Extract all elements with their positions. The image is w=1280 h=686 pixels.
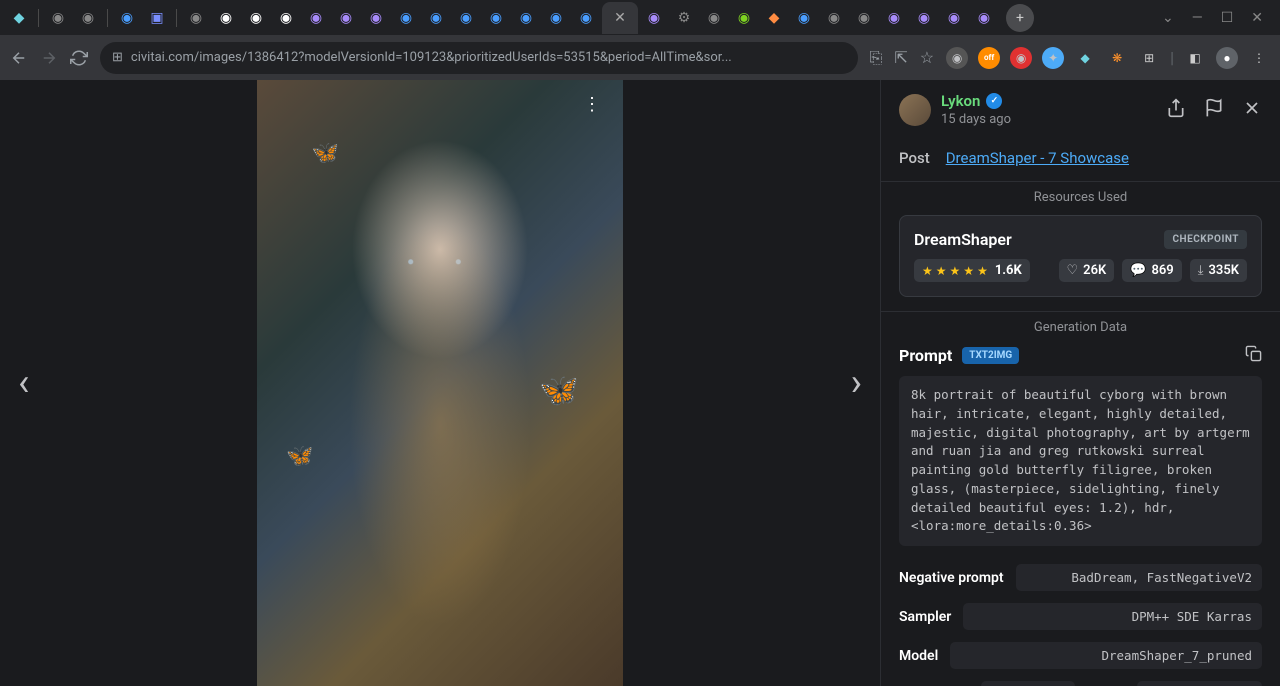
tab-icon[interactable]: ◆: [5, 4, 33, 32]
download-icon: ⤓: [1198, 263, 1204, 278]
next-image-button[interactable]: ›: [851, 361, 862, 405]
generation-section-label: Generation Data: [881, 311, 1280, 345]
tab-icon[interactable]: ◆: [760, 4, 788, 32]
tab-icon[interactable]: ◉: [970, 4, 998, 32]
tab-dropdown-icon[interactable]: ⌄: [1162, 10, 1174, 26]
tab-icon[interactable]: ◉: [482, 4, 510, 32]
tab-icon[interactable]: ◉: [730, 4, 758, 32]
maximize-icon[interactable]: ☐: [1221, 10, 1234, 26]
resource-card[interactable]: DreamShaper CHECKPOINT ★★★★★ 1.6K ♡26K 💬…: [899, 215, 1262, 297]
close-panel-icon[interactable]: [1242, 98, 1262, 122]
tab-icon[interactable]: ◉: [572, 4, 600, 32]
copy-prompt-icon[interactable]: [1245, 345, 1262, 366]
steps-value[interactable]: 28: [1137, 681, 1262, 686]
tab-icon[interactable]: ◉: [940, 4, 968, 32]
tab-icon[interactable]: ◉: [820, 4, 848, 32]
model-value[interactable]: DreamShaper_7_pruned: [950, 642, 1262, 669]
tab-active[interactable]: ✕: [602, 2, 638, 34]
minimize-icon[interactable]: —: [1192, 10, 1203, 26]
model-label: Model: [899, 648, 938, 664]
tab-icon[interactable]: ◉: [700, 4, 728, 32]
bookmark-icon[interactable]: ☆: [920, 48, 934, 67]
ext-icon[interactable]: ❋: [1106, 47, 1128, 69]
tab-icon[interactable]: ◉: [542, 4, 570, 32]
comment-icon: 💬: [1130, 263, 1146, 278]
back-button[interactable]: [10, 49, 28, 67]
install-icon[interactable]: ⎘: [870, 48, 883, 68]
tab-icon[interactable]: ◉: [422, 4, 450, 32]
tab-icon[interactable]: ◉: [512, 4, 540, 32]
tab-icon[interactable]: ▣: [143, 4, 171, 32]
forward-button[interactable]: [40, 49, 58, 67]
verified-badge-icon: ✓: [986, 93, 1002, 109]
tab-icon[interactable]: ◉: [44, 4, 72, 32]
tab-icon[interactable]: ◉: [392, 4, 420, 32]
downloads-chip: ⤓335K: [1190, 259, 1247, 282]
sampler-value[interactable]: DPM++ SDE Karras: [963, 603, 1262, 630]
resource-type-badge: CHECKPOINT: [1164, 230, 1247, 249]
tab-icon[interactable]: ◉: [452, 4, 480, 32]
post-timestamp: 15 days ago: [941, 112, 1166, 127]
negative-prompt-label: Negative prompt: [899, 570, 1004, 586]
browser-toolbar: ⊞ civitai.com/images/1386412?modelVersio…: [0, 35, 1280, 80]
url-bar[interactable]: ⊞ civitai.com/images/1386412?modelVersio…: [100, 42, 858, 74]
reload-button[interactable]: [70, 49, 88, 67]
image-options-icon[interactable]: ⋮: [583, 94, 601, 115]
tab-icon[interactable]: ◉: [242, 4, 270, 32]
flag-icon[interactable]: [1204, 98, 1224, 122]
ext-icon[interactable]: ◆: [1074, 47, 1096, 69]
prompt-text[interactable]: 8k portrait of beautiful cyborg with bro…: [899, 376, 1262, 546]
tab-icon[interactable]: ◉: [850, 4, 878, 32]
image-viewer: ‹ ⋮ 🦋 🦋 🦋 ›: [0, 80, 880, 686]
tab-icon[interactable]: ◉: [880, 4, 908, 32]
tab-icon[interactable]: ◉: [640, 4, 668, 32]
tab-icon[interactable]: ⚙: [670, 4, 698, 32]
ext-icon[interactable]: ◉: [1010, 47, 1032, 69]
ext-icon[interactable]: ✦: [1042, 47, 1064, 69]
profile-icon[interactable]: ●: [1216, 47, 1238, 69]
new-tab-button[interactable]: +: [1006, 4, 1034, 32]
sampler-label: Sampler: [899, 609, 951, 625]
heart-icon: ♡: [1067, 263, 1079, 278]
tab-icon[interactable]: ◉: [272, 4, 300, 32]
menu-icon[interactable]: ⋮: [1248, 47, 1270, 69]
tab-icon[interactable]: ◉: [182, 4, 210, 32]
tab-icon[interactable]: ◉: [74, 4, 102, 32]
prev-image-button[interactable]: ‹: [18, 361, 29, 405]
share-button-icon[interactable]: [1166, 98, 1186, 122]
author-avatar[interactable]: [899, 94, 931, 126]
tab-icon[interactable]: ◉: [212, 4, 240, 32]
comments-chip: 💬869: [1122, 259, 1181, 282]
browser-chrome: ◆ ◉ ◉ ◉ ▣ ◉ ◉ ◉ ◉ ◉ ◉ ◉ ◉ ◉ ◉ ◉ ◉ ◉ ◉ ✕ …: [0, 0, 1280, 80]
likes-chip: ♡26K: [1059, 259, 1115, 282]
resources-section-label: Resources Used: [881, 181, 1280, 215]
prompt-type-badge: TXT2IMG: [962, 347, 1019, 364]
prompt-label: Prompt: [899, 346, 952, 365]
main-image[interactable]: ⋮ 🦋 🦋 🦋: [257, 80, 623, 686]
cfg-value[interactable]: 7: [981, 681, 1074, 686]
tab-strip: ◆ ◉ ◉ ◉ ▣ ◉ ◉ ◉ ◉ ◉ ◉ ◉ ◉ ◉ ◉ ◉ ◉ ◉ ◉ ✕ …: [0, 0, 1280, 35]
url-text: civitai.com/images/1386412?modelVersionI…: [131, 50, 846, 65]
resource-name: DreamShaper: [914, 230, 1012, 249]
post-link[interactable]: DreamShaper - 7 Showcase: [946, 149, 1129, 167]
tab-icon[interactable]: ◉: [332, 4, 360, 32]
extensions-icon[interactable]: ⊞: [1138, 47, 1160, 69]
post-label: Post: [899, 149, 930, 167]
author-name-link[interactable]: Lykon ✓: [941, 92, 1166, 110]
tab-icon[interactable]: ◉: [790, 4, 818, 32]
tab-icon[interactable]: ◉: [362, 4, 390, 32]
rating-chip: ★★★★★ 1.6K: [914, 259, 1030, 282]
ext-icon[interactable]: ◉: [946, 47, 968, 69]
tab-icon[interactable]: ◉: [910, 4, 938, 32]
details-sidebar: Lykon ✓ 15 days ago Post DreamShaper - 7…: [880, 80, 1280, 686]
sidepanel-icon[interactable]: ◧: [1184, 47, 1206, 69]
close-window-icon[interactable]: ✕: [1251, 10, 1263, 26]
negative-prompt-value[interactable]: BadDream, FastNegativeV2: [1016, 564, 1262, 591]
ext-icon[interactable]: off: [978, 47, 1000, 69]
tab-icon[interactable]: ◉: [302, 4, 330, 32]
tab-icon[interactable]: ◉: [113, 4, 141, 32]
share-icon[interactable]: ⇱: [894, 48, 907, 67]
